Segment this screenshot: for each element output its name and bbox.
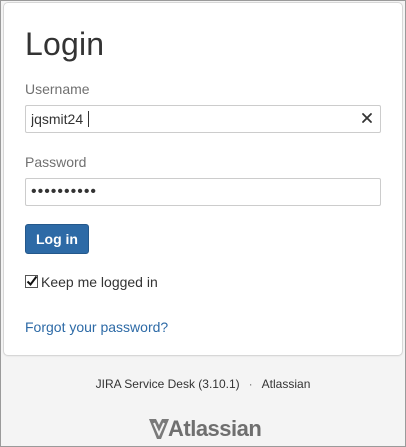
footer-separator: · [248, 377, 253, 391]
atlassian-logo-icon [149, 419, 169, 439]
forgot-password-link[interactable]: Forgot your password? [25, 319, 168, 335]
password-input[interactable] [25, 178, 381, 206]
password-label: Password [25, 154, 87, 170]
text-cursor [88, 111, 89, 127]
logo-wordmark: Atlassian [168, 416, 262, 441]
username-label: Username [25, 81, 90, 97]
product-version: JIRA Service Desk (3.10.1) [95, 377, 240, 391]
page-title: Login [25, 26, 105, 62]
atlassian-link[interactable]: Atlassian [262, 377, 311, 391]
username-input[interactable] [25, 105, 381, 133]
clear-username-button[interactable] [360, 111, 374, 125]
keep-logged-in-label[interactable]: Keep me logged in [41, 274, 158, 290]
checkmark-icon [26, 275, 38, 287]
login-button[interactable]: Log in [25, 224, 89, 254]
close-icon [362, 113, 372, 123]
footer: JIRA Service Desk (3.10.1) · Atlassian [0, 377, 406, 391]
login-panel: Login Username Password Log in Keep me l… [3, 2, 403, 356]
keep-logged-in-checkbox[interactable] [25, 275, 38, 288]
